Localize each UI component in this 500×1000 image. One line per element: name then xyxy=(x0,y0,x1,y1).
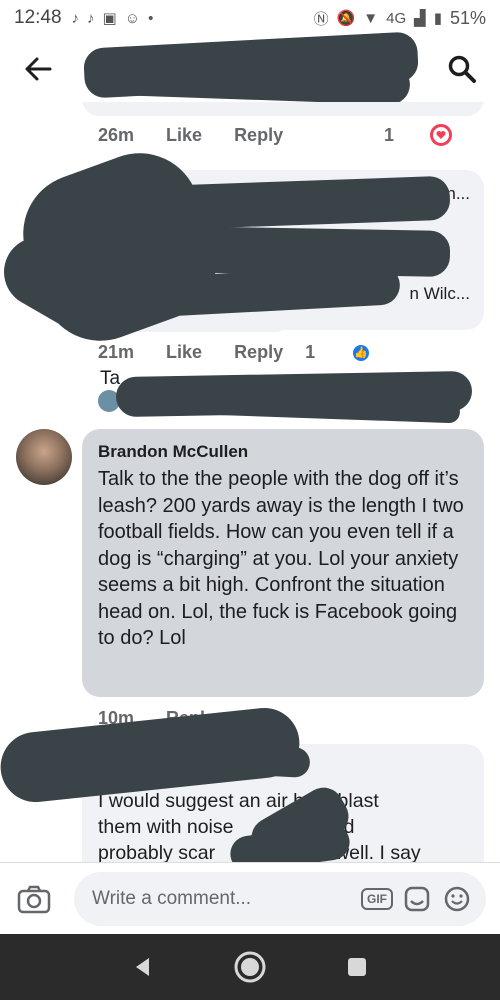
calendar-icon: ▣ xyxy=(102,10,117,27)
reply-button[interactable]: Reply xyxy=(234,342,283,363)
comment-author[interactable]: Brandon McCullen xyxy=(98,442,468,462)
status-right: Ⓝ 🔕 ▼ 4G ▟ ▮ 51% xyxy=(314,8,486,29)
dot-icon: • xyxy=(148,9,154,27)
nav-back-button[interactable] xyxy=(123,947,163,987)
avatar[interactable] xyxy=(16,429,72,485)
signal-icon: ▟ xyxy=(414,10,426,27)
sticker-button[interactable] xyxy=(400,882,434,916)
sticker-icon xyxy=(404,886,430,911)
redaction-scribble xyxy=(109,225,451,277)
comment-time: 26m xyxy=(98,124,135,145)
circle-home-icon xyxy=(234,951,266,983)
mute-icon: 🔕 xyxy=(336,10,356,27)
tiktok-icon: ♪ xyxy=(87,9,95,27)
square-recents-icon xyxy=(347,958,366,976)
gif-button[interactable]: GIF xyxy=(360,882,394,916)
notification-icons: ♪ ♪ ▣ ☺ • xyxy=(71,9,154,28)
wifi-icon: ▼ xyxy=(363,9,379,27)
comment-composer: Write a comment... GIF xyxy=(0,862,500,934)
snapchat-icon: ☺ xyxy=(124,9,141,27)
reply-button[interactable]: Reply xyxy=(234,125,283,146)
search-icon xyxy=(448,55,476,83)
reaction-count[interactable]: 1 xyxy=(384,124,484,146)
like-reaction-icon: 👍 xyxy=(351,342,372,363)
gif-icon: GIF xyxy=(361,887,393,910)
tiktok-icon: ♪ xyxy=(71,9,80,27)
status-bar: 12:48 ♪ ♪ ▣ ☺ • Ⓝ 🔕 ▼ 4G ▟ ▮ 51% xyxy=(0,0,500,36)
comment-input[interactable]: Write a comment... GIF xyxy=(74,871,486,926)
love-reaction-icon xyxy=(430,124,452,146)
status-time: 12:48 xyxy=(14,7,62,28)
battery-percent: 51% xyxy=(449,7,486,28)
comments-feed[interactable]: 26m Like Reply 1 ahn... n Wilc... Ta 21m… xyxy=(0,102,500,862)
comment-fragment: n Wilc... xyxy=(409,284,470,303)
battery-icon: ▮ xyxy=(433,10,442,27)
system-nav-bar xyxy=(0,934,500,1000)
nfc-icon: Ⓝ xyxy=(313,10,329,28)
search-button[interactable] xyxy=(442,49,482,89)
emoji-button[interactable] xyxy=(440,882,474,916)
comment-actions: 26m Like Reply 1 xyxy=(98,124,484,146)
like-button[interactable]: Like xyxy=(166,125,202,146)
comment-placeholder[interactable]: Write a comment... xyxy=(92,888,354,910)
comment-time: 21m xyxy=(98,342,135,362)
comment-bubble[interactable]: Brandon McCullen Talk to the the people … xyxy=(82,429,484,697)
camera-button[interactable] xyxy=(14,879,54,919)
triangle-back-icon xyxy=(136,958,150,976)
camera-icon xyxy=(17,885,51,913)
comment-actions: 21m Like Reply 1 👍 xyxy=(98,342,435,363)
arrow-left-icon xyxy=(25,57,52,81)
emoji-icon xyxy=(444,886,470,911)
nav-home-button[interactable] xyxy=(230,947,270,987)
comment-bubble xyxy=(82,102,484,116)
nav-recents-button[interactable] xyxy=(337,947,377,987)
like-button[interactable]: Like xyxy=(166,342,202,363)
reaction-count[interactable]: 1 👍 xyxy=(305,342,403,363)
back-button[interactable] xyxy=(18,49,58,89)
comment-text: Talk to the the people with the dog off … xyxy=(98,468,464,649)
network-label: 4G xyxy=(386,9,407,27)
comment-fragment: Ta xyxy=(100,368,121,389)
